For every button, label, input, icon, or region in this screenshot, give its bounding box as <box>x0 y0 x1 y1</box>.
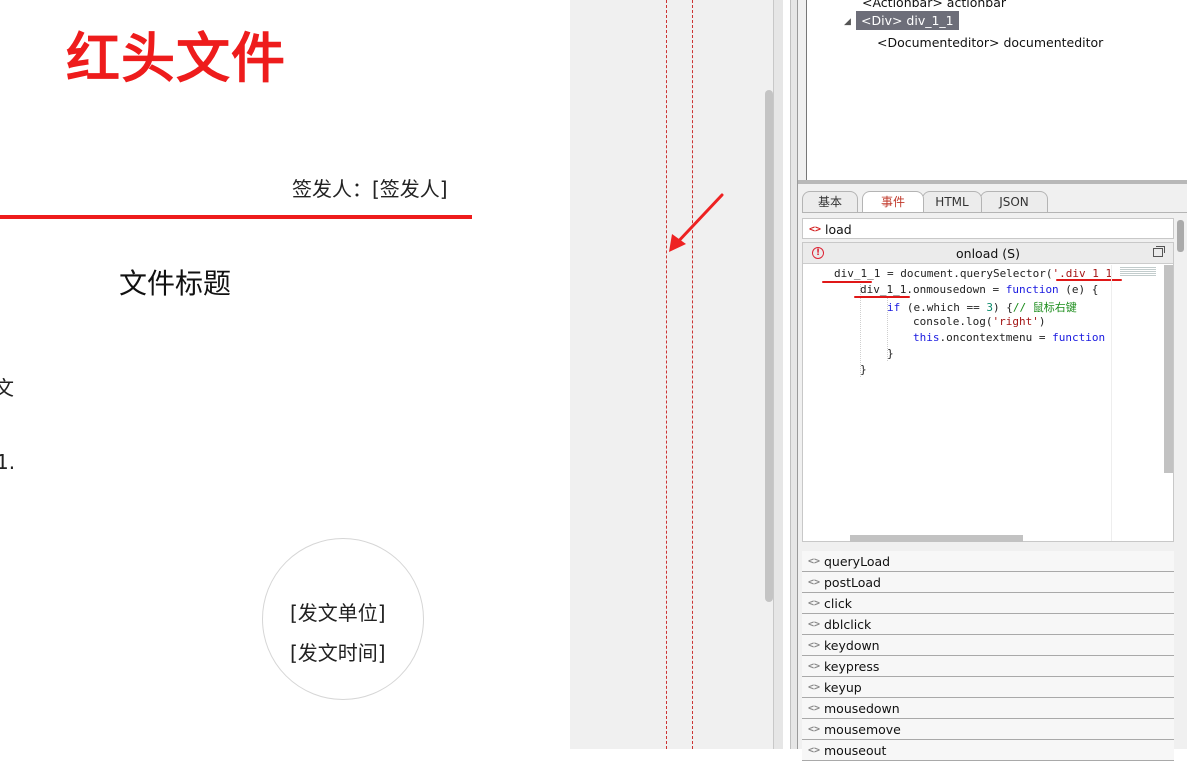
tree-resize-bar[interactable] <box>798 180 1187 184</box>
events-scrollbar[interactable] <box>1176 218 1185 749</box>
event-keydown[interactable]: <> keydown <box>802 635 1174 656</box>
code-line: } <box>860 363 867 376</box>
event-label: load <box>825 222 852 237</box>
event-label: keyup <box>824 680 862 695</box>
tab-events[interactable]: 事件 <box>862 191 924 213</box>
red-underline-annotation <box>822 281 872 283</box>
red-header-divider <box>0 215 472 219</box>
tree-item-actionbar[interactable]: <Actionbar> actionbar <box>862 0 1006 10</box>
code-icon: <> <box>808 619 821 630</box>
issuing-unit-field: [发文单位] <box>290 601 386 625</box>
file-heading: 文件标题 <box>119 267 232 300</box>
body-text-fragment: 文 <box>0 376 14 400</box>
editor-vertical-scrollbar[interactable] <box>1164 265 1173 473</box>
code-line: div_1_1.onmousedown = function (e) { <box>860 283 1098 296</box>
code-icon: <> <box>808 724 821 735</box>
body-text-fragment: 1. <box>0 450 16 474</box>
code-icon: <> <box>808 661 821 672</box>
error-icon: ! <box>812 247 824 259</box>
code-icon: <> <box>808 577 821 588</box>
maximize-icon[interactable] <box>1153 246 1165 257</box>
red-header-title: 红头文件 <box>66 27 286 90</box>
code-line: } <box>887 347 894 360</box>
editor-title: onload (S) <box>956 246 1020 261</box>
page-boundary-guide <box>666 0 667 749</box>
red-underline-annotation <box>854 296 910 298</box>
event-click[interactable]: <> click <box>802 593 1174 614</box>
event-label: click <box>824 596 852 611</box>
code-icon: <> <box>808 703 821 714</box>
event-mouseout[interactable]: <> mouseout <box>802 740 1174 761</box>
code-token: 'right' <box>992 315 1039 328</box>
tab-html[interactable]: HTML <box>922 191 982 213</box>
code-token: ) <box>1038 315 1046 328</box>
editor-header: ! onload (S) <box>803 243 1173 264</box>
event-label: dblclick <box>824 617 872 632</box>
events-scrollbar-thumb[interactable] <box>1177 220 1184 252</box>
event-label: queryLoad <box>824 554 891 569</box>
red-arrow-annotation-icon <box>669 193 724 252</box>
signer-field: 签发人：[签发人] <box>292 177 448 201</box>
code-token: 3 <box>986 301 993 314</box>
event-label: keydown <box>824 638 880 653</box>
code-token: .oncontextmenu = <box>939 331 1053 344</box>
code-icon: <> <box>809 224 822 235</box>
event-queryload[interactable]: <> queryLoad <box>802 551 1174 572</box>
event-postload[interactable]: <> postLoad <box>802 572 1174 593</box>
tab-basic[interactable]: 基本 <box>802 191 858 213</box>
event-label: mousedown <box>824 701 900 716</box>
editor-horizontal-scrollbar[interactable] <box>850 535 1023 542</box>
tree-item-div-selected[interactable]: <Div> div_1_1 <box>856 11 959 30</box>
code-icon: <> <box>808 682 821 693</box>
minimap-lines <box>1120 267 1156 277</box>
canvas-gutter <box>570 0 773 749</box>
code-token: if <box>887 301 901 314</box>
code-token: div_1_1.onmousedown = <box>860 283 1006 296</box>
event-mousemove[interactable]: <> mousemove <box>802 719 1174 740</box>
event-label: mousemove <box>824 722 901 737</box>
code-comment: // 鼠标右键 <box>1012 301 1077 314</box>
code-icon: <> <box>808 556 821 567</box>
code-minimap[interactable] <box>1111 265 1163 541</box>
code-token: ) { <box>992 301 1013 314</box>
event-label: postLoad <box>824 575 881 590</box>
code-token: (e.which == <box>900 301 987 314</box>
code-token: console.log( <box>913 315 993 328</box>
canvas-scrollbar-thumb[interactable] <box>765 90 773 602</box>
code-icon: <> <box>808 640 821 651</box>
event-keypress[interactable]: <> keypress <box>802 656 1174 677</box>
code-line: console.log('right') <box>913 315 1045 328</box>
code-token: div_1_1 = document.querySelector( <box>834 267 1053 280</box>
code-token: (e) { <box>1058 283 1099 296</box>
page-boundary-guide <box>692 0 693 749</box>
code-token: function <box>1005 283 1059 296</box>
splitter[interactable] <box>773 0 783 749</box>
code-icon: <> <box>808 745 821 756</box>
event-dblclick[interactable]: <> dblclick <box>802 614 1174 635</box>
splitter[interactable] <box>790 0 798 749</box>
tree-item-documenteditor[interactable]: <Documenteditor> documenteditor <box>877 35 1103 50</box>
event-label: keypress <box>824 659 880 674</box>
component-tree: <Actionbar> actionbar ◢ <Div> div_1_1 <D… <box>806 0 1187 182</box>
tabs-baseline <box>802 212 1187 213</box>
property-tabs: JSON HTML 基本 事件 <box>802 191 1187 213</box>
tab-json[interactable]: JSON <box>980 191 1048 213</box>
tree-expand-icon[interactable]: ◢ <box>844 17 851 27</box>
event-load[interactable]: <> load <box>802 218 1174 239</box>
issuing-time-field: [发文时间] <box>290 641 386 665</box>
code-token: function <box>1052 331 1106 344</box>
event-mousedown[interactable]: <> mousedown <box>802 698 1174 719</box>
code-line: this.oncontextmenu = function <box>913 331 1105 344</box>
code-icon: <> <box>808 598 821 609</box>
event-keyup[interactable]: <> keyup <box>802 677 1174 698</box>
code-editor[interactable]: ! onload (S) div_1_1 = document.querySel… <box>802 242 1174 542</box>
document-canvas: 红头文件 签发人：[签发人] 文件标题 文 1. [发文单位] [发文时间] <box>0 0 570 749</box>
code-token: this <box>913 331 940 344</box>
event-label: mouseout <box>824 743 887 758</box>
code-line: if (e.which == 3) {// 鼠标右键 <box>887 299 1077 315</box>
